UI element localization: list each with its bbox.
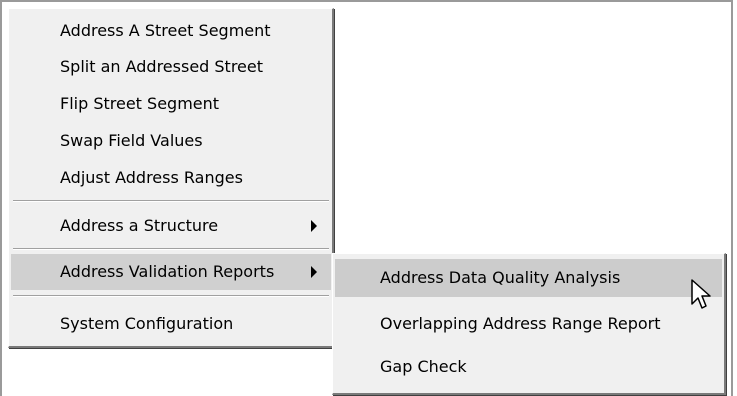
menu-item-label: Address A Street Segment — [60, 21, 271, 40]
menu-item-address-structure[interactable]: Address a Structure — [11, 208, 331, 244]
mouse-pointer-icon — [691, 279, 711, 309]
menu-item-label: System Configuration — [60, 314, 234, 333]
triangle-right-icon — [311, 266, 317, 278]
submenu-item-label: Gap Check — [380, 357, 467, 376]
menu-item-flip-street-segment[interactable]: Flip Street Segment — [11, 86, 331, 122]
submenu-item-gap-check[interactable]: Gap Check — [335, 348, 722, 386]
menu-item-address-street-segment[interactable]: Address A Street Segment — [11, 13, 331, 49]
menu-item-label: Address Validation Reports — [60, 262, 275, 281]
submenu-item-data-quality-analysis[interactable]: Address Data Quality Analysis — [335, 259, 722, 297]
submenu-item-label: Overlapping Address Range Report — [380, 314, 661, 333]
menu-separator — [13, 295, 329, 297]
menu-separator — [13, 248, 329, 250]
menu-item-address-validation-reports[interactable]: Address Validation Reports — [11, 254, 331, 290]
menu-item-label: Flip Street Segment — [60, 94, 220, 113]
menu-item-label: Split an Addressed Street — [60, 57, 264, 76]
menu-item-split-addressed-street[interactable]: Split an Addressed Street — [11, 49, 331, 85]
validation-reports-submenu: Address Data Quality Analysis Overlappin… — [332, 253, 726, 395]
submenu-item-label: Address Data Quality Analysis — [380, 268, 621, 287]
menu-item-label: Swap Field Values — [60, 131, 203, 150]
menu-item-label: Adjust Address Ranges — [60, 168, 243, 187]
screen: Address A Street Segment Split an Addres… — [0, 0, 737, 396]
context-menu: Address A Street Segment Split an Addres… — [8, 8, 334, 348]
menu-item-label: Address a Structure — [60, 216, 219, 235]
menu-item-swap-field-values[interactable]: Swap Field Values — [11, 123, 331, 159]
menu-item-adjust-address-ranges[interactable]: Adjust Address Ranges — [11, 160, 331, 196]
submenu-item-overlapping-range-report[interactable]: Overlapping Address Range Report — [335, 305, 722, 343]
triangle-right-icon — [311, 220, 317, 232]
menu-separator — [13, 200, 329, 202]
menu-item-system-configuration[interactable]: System Configuration — [11, 306, 331, 342]
